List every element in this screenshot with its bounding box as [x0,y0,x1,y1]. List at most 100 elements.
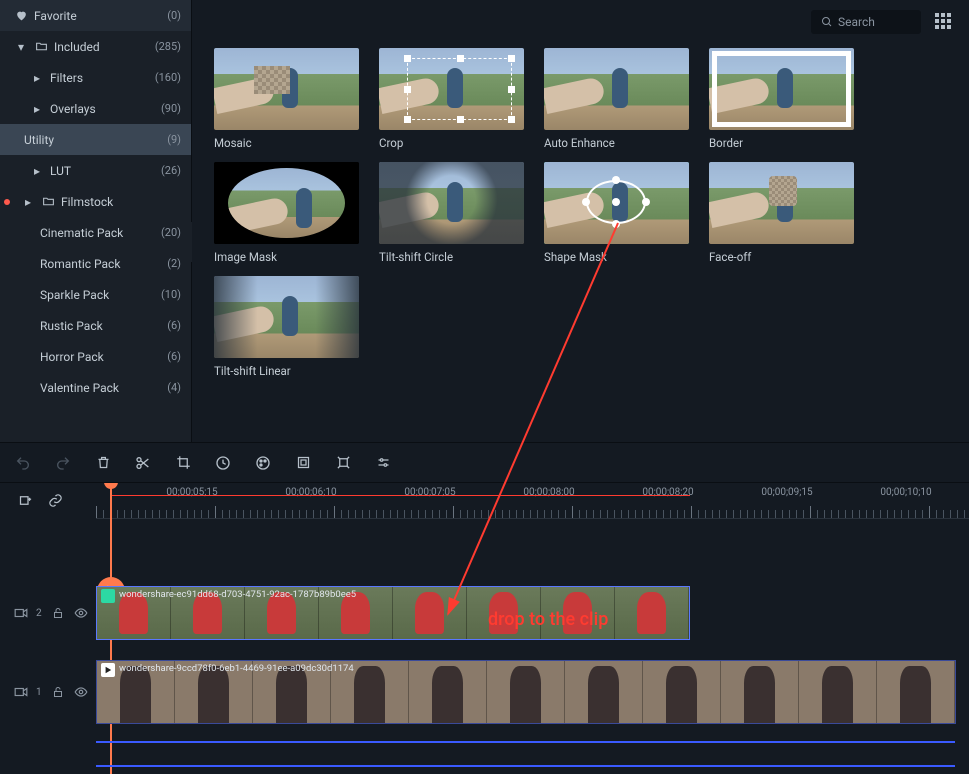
clip-track-2[interactable]: wondershare-ec91dd68-d703-4751-92ac-1787… [96,586,690,640]
ruler-time: 00;00;06;10 [285,487,336,498]
redo-button[interactable] [54,454,72,472]
sidebar-item-label: Valentine Pack [40,381,167,395]
effect-shape-mask[interactable]: Shape Mask [544,162,689,264]
heart-icon [14,9,28,22]
sidebar-item-count: (285) [155,40,181,53]
sidebar-item-label: Included [54,40,155,54]
crop-button[interactable] [174,454,192,472]
sidebar-item-label: Romantic Pack [40,257,167,271]
effect-label: Mosaic [214,136,359,150]
effect-crop[interactable]: Crop [379,48,524,150]
effect-label: Crop [379,136,524,150]
effect-border[interactable]: Border [709,48,854,150]
effect-face-off[interactable]: Face-off [709,162,854,264]
track-divider [96,741,955,743]
timeline[interactable]: 00;00;05;15 00;00;06;10 00;00;07;05 00;0… [0,483,969,774]
effect-tilt-shift-circle[interactable]: Tilt-shift Circle [379,162,524,264]
ruler-time: 00;00;05;15 [166,487,217,498]
play-badge-icon [101,663,115,677]
clip-track-1[interactable]: wondershare-9ccd78f0-6eb1-4469-91ee-a09d… [96,660,956,724]
split-button[interactable] [134,454,152,472]
sidebar-item-included[interactable]: ▾ Included (285) [0,31,191,62]
sidebar-item-label: Utility [24,133,167,147]
ruler-time: 00;00;07;05 [404,487,455,498]
notification-dot-icon [4,199,10,205]
apps-grid-button[interactable] [933,11,955,33]
track-video-icon [14,607,28,619]
sidebar-item-label: Filmstock [61,195,181,209]
effect-tilt-shift-linear[interactable]: Tilt-shift Linear [214,276,359,378]
speed-button[interactable] [214,454,232,472]
sidebar-item-count: (90) [161,102,181,115]
color-button[interactable] [254,454,272,472]
delete-button[interactable] [94,454,112,472]
folder-icon [34,40,48,53]
sidebar-item-label: Sparkle Pack [40,288,161,302]
lock-icon[interactable] [52,607,64,619]
effects-panel: Search Mosaic Crop Auto Enhan [192,0,969,442]
link-button[interactable] [48,493,64,509]
sidebar-item-count: (2) [167,257,181,270]
effect-mosaic[interactable]: Mosaic [214,48,359,150]
sidebar-item-horror[interactable]: Horror Pack (6) [0,341,191,372]
effect-label: Auto Enhance [544,136,689,150]
sidebar: Favorite (0) ▾ Included (285) ▸ Filters … [0,0,192,442]
folder-icon [41,195,55,208]
effect-badge-icon [101,589,115,603]
track-1[interactable]: 1 wondershare-9ccd78f0-6eb1-4469-91ee-a0… [0,657,969,727]
eye-icon[interactable] [74,607,88,619]
playhead-cap-icon [104,483,118,489]
chevron-down-icon: ▾ [14,40,28,54]
ruler-time: 00;00;08;20 [642,487,693,498]
undo-button[interactable] [14,454,32,472]
track-number: 1 [36,687,42,698]
sidebar-item-sparkle[interactable]: Sparkle Pack (10) [0,279,191,310]
sidebar-item-filmstock[interactable]: ▸ Filmstock [0,186,191,217]
adjust-button[interactable] [374,454,392,472]
track-2[interactable]: 2 wondershare-ec91dd68-d703-4751-92ac-17… [0,583,969,643]
sidebar-item-label: Horror Pack [40,350,167,364]
sidebar-item-count: (9) [167,133,181,146]
sidebar-item-label: Rustic Pack [40,319,167,333]
effect-image-mask[interactable]: Image Mask [214,162,359,264]
effect-label: Tilt-shift Linear [214,364,359,378]
timeline-panel: 00;00;05;15 00;00;06;10 00;00;07;05 00;0… [0,442,969,774]
sidebar-item-romantic[interactable]: Romantic Pack (2) [0,248,191,279]
chevron-right-icon: ▸ [30,102,44,116]
keyframe-button[interactable] [334,454,352,472]
sidebar-item-count: (26) [161,164,181,177]
sidebar-item-label: Favorite [34,9,167,23]
sidebar-item-count: (6) [167,350,181,363]
sidebar-item-count: (6) [167,319,181,332]
search-input[interactable]: Search [811,10,921,34]
effect-label: Image Mask [214,250,359,264]
sidebar-item-count: (4) [167,381,181,394]
sidebar-item-cinematic[interactable]: Cinematic Pack (20) [0,217,191,248]
sidebar-item-count: (10) [161,288,181,301]
render-bar [110,495,690,496]
effect-label: Tilt-shift Circle [379,250,524,264]
sidebar-item-favorite[interactable]: Favorite (0) [0,0,191,31]
chevron-right-icon: ▸ [30,71,44,85]
sidebar-item-count: (20) [161,226,181,239]
effect-auto-enhance[interactable]: Auto Enhance [544,48,689,150]
clip-filename: wondershare-ec91dd68-d703-4751-92ac-1787… [119,589,356,600]
sidebar-item-rustic[interactable]: Rustic Pack (6) [0,310,191,341]
effect-label: Face-off [709,250,854,264]
search-icon [821,16,833,28]
add-marker-button[interactable] [18,493,34,509]
sidebar-item-count: (0) [167,9,181,22]
clip-filename: wondershare-9ccd78f0-6eb1-4469-91ee-a09d… [119,663,354,674]
sidebar-item-overlays[interactable]: ▸ Overlays (90) [0,93,191,124]
sidebar-item-utility[interactable]: Utility (9) [0,124,191,155]
sidebar-item-filters[interactable]: ▸ Filters (160) [0,62,191,93]
ruler-time: 00;00;08;00 [523,487,574,498]
sidebar-item-label: Filters [50,71,155,85]
time-ruler[interactable]: 00;00;05;15 00;00;06;10 00;00;07;05 00;0… [96,483,969,519]
sidebar-item-label: LUT [50,164,161,178]
lock-icon[interactable] [52,686,64,698]
sidebar-item-lut[interactable]: ▸ LUT (26) [0,155,191,186]
eye-icon[interactable] [74,686,88,698]
green-screen-button[interactable] [294,454,312,472]
sidebar-item-valentine[interactable]: Valentine Pack (4) [0,372,191,403]
